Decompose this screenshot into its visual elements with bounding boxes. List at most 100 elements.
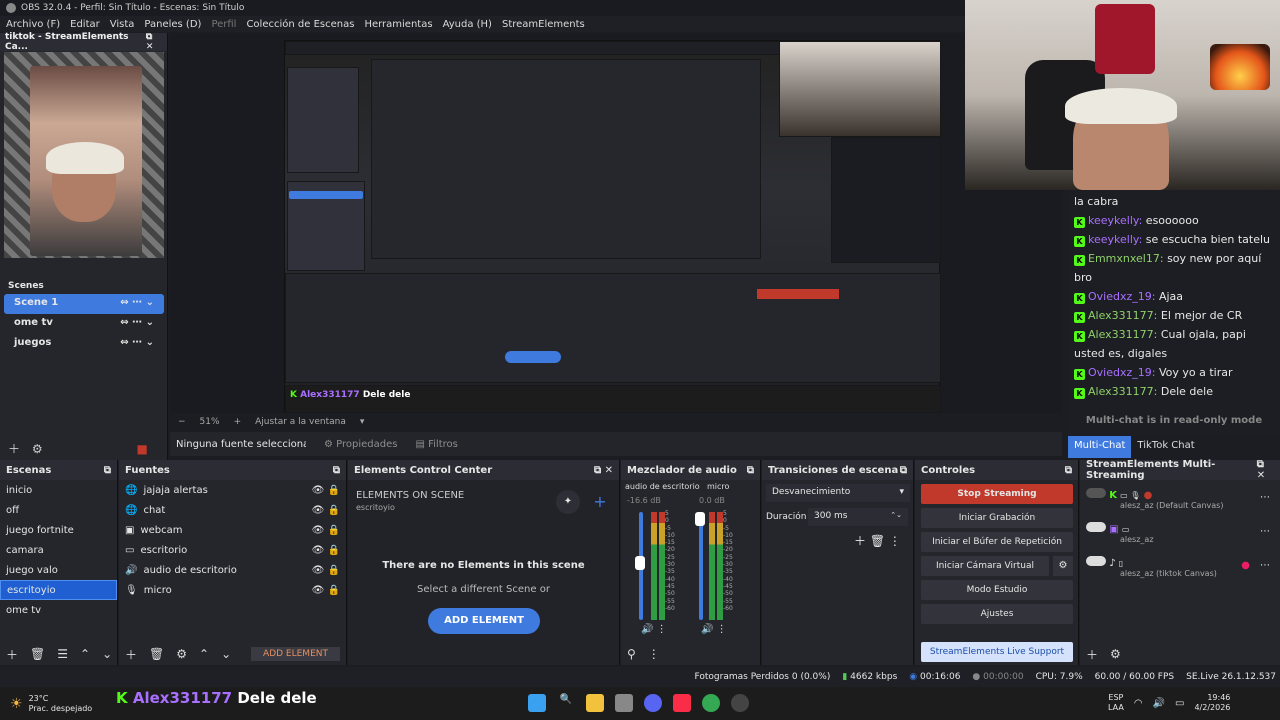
up-icon[interactable]: ⌃ (199, 647, 209, 661)
filters-button[interactable]: ▤ Filtros (415, 439, 457, 450)
scene-item[interactable]: juego fortnite (0, 520, 117, 540)
gear-icon[interactable]: ⚙ (32, 442, 43, 456)
music-icon[interactable] (673, 694, 691, 712)
live-support-button[interactable]: StreamElements Live Support (921, 642, 1073, 662)
menu-editar[interactable]: Editar (70, 19, 100, 30)
add-icon[interactable]: ＋ (8, 442, 20, 456)
studio-mode-button[interactable]: Modo Estudio (921, 580, 1073, 600)
down-icon[interactable]: ⌄ (102, 647, 112, 661)
language[interactable]: ESP LAA (1108, 693, 1124, 713)
volume-slider[interactable] (699, 512, 703, 620)
stream-account[interactable]: ♪ ▯ alesz_az (tiktok Canvas) ● ⋯ (1086, 556, 1276, 582)
zoom-out-icon[interactable]: − (178, 417, 186, 427)
source-item[interactable]: 🎙 micro 👁 🔒 (119, 580, 346, 600)
gear-icon[interactable]: ⚙ (176, 647, 187, 661)
clock[interactable]: 19:46 4/2/2026 (1194, 693, 1230, 713)
down-icon[interactable]: ⌄ (221, 647, 231, 661)
add-icon[interactable]: + (588, 490, 612, 514)
source-item[interactable]: 🌐 jajaja alertas 👁 🔒 (119, 480, 346, 500)
add-icon[interactable]: ＋ (6, 646, 18, 663)
record-icon[interactable]: ■ (136, 442, 147, 456)
trash-icon[interactable]: 🗑 (149, 647, 164, 661)
chrome-icon[interactable] (702, 694, 720, 712)
menu-streamelements[interactable]: StreamElements (502, 19, 585, 30)
dock-close-icon: ⧉ ✕ (1256, 459, 1266, 481)
slider-handle[interactable] (695, 512, 705, 526)
more-icon[interactable]: ⋮ (648, 647, 660, 661)
add-element-small[interactable]: ADD ELEMENT (251, 647, 340, 661)
source-item[interactable]: 🔊 audio de escritorio 👁 🔒 (119, 560, 346, 580)
mini-scenes-title: Scenes (8, 281, 44, 291)
scene-item[interactable]: off (0, 500, 117, 520)
chevron-down-icon[interactable]: ▾ (360, 417, 365, 427)
zoom-level[interactable]: 51% (200, 417, 220, 427)
gear-icon[interactable]: ⚙ (1053, 556, 1073, 576)
obs-icon[interactable] (731, 694, 749, 712)
fps: 60.00 / 60.00 FPS (1094, 672, 1175, 682)
status-bar: Fotogramas Perdidos 0 (0.0%) ▮ 4662 kbps… (0, 667, 1280, 687)
transition-tools[interactable]: ＋ 🗑 ⋮ (854, 532, 901, 549)
mini-scenes-list: Scenes Scene 1 ⇔ ⋯ ⌄ ome tv ⇔ ⋯ ⌄ juegos ⇔ … (4, 278, 164, 354)
stream-account[interactable]: ▣ ▭ alesz_az ⋯ (1086, 522, 1276, 548)
gear-icon[interactable]: ⚙ (1110, 647, 1121, 661)
menu-coleccion[interactable]: Colección de Escenas (246, 19, 354, 30)
link-icon[interactable]: ⚲ (627, 647, 636, 661)
menu-paneles[interactable]: Paneles (D) (144, 19, 201, 30)
properties-button[interactable]: ⚙ Propiedades (324, 439, 397, 450)
menu-perfil[interactable]: Perfil (211, 19, 236, 30)
scenes-toolbar: ＋ 🗑 ☰ ⌃ ⌄ (0, 643, 117, 665)
duration-label: Duración (766, 512, 807, 522)
transition-select[interactable]: Desvanecimiento ▾ (766, 484, 910, 502)
scene-item[interactable]: juego valo (0, 560, 117, 580)
scene-item[interactable]: inicio (0, 480, 117, 500)
settings-button[interactable]: Ajustes (921, 604, 1073, 624)
up-icon[interactable]: ⌃ (80, 647, 90, 661)
replay-buffer-button[interactable]: Iniciar el Búfer de Repetición (921, 532, 1073, 552)
discord-icon[interactable] (644, 694, 662, 712)
filter-icon[interactable]: ☰ (57, 647, 68, 661)
speaker-icon[interactable]: 🔊 ⋮ (641, 624, 667, 635)
volume-icon[interactable]: 🔊 (1153, 698, 1165, 709)
stop-streaming-button[interactable]: Stop Streaming (921, 484, 1073, 504)
dropped-frames: Fotogramas Perdidos 0 (0.0%) (694, 672, 831, 682)
scene-item-selected[interactable]: escritoyio (0, 580, 117, 600)
battery-icon[interactable]: ▭ (1175, 698, 1184, 709)
scene-item[interactable]: camara (0, 540, 117, 560)
menu-vista[interactable]: Vista (110, 19, 135, 30)
search-icon[interactable]: 🔍 (557, 694, 575, 712)
start-recording-button[interactable]: Iniciar Grabación (921, 508, 1073, 528)
tab-tiktok-chat[interactable]: TikTok Chat (1131, 436, 1200, 458)
weather-widget[interactable]: ☀ 23°C Prac. despejado (0, 694, 120, 714)
stream-account[interactable]: K ▭ 🎙 ● alesz_az (Default Canvas) ⋯ (1086, 488, 1276, 514)
tiktok-canvas-preview[interactable] (4, 52, 164, 258)
add-element-button[interactable]: ADD ELEMENT (428, 608, 540, 634)
add-icon[interactable]: ＋ (125, 646, 137, 663)
meter-scale: 5 0 -5 -10 -15 -20 -25 -30 -35 -40 -45 -50 -55 -60 (665, 510, 675, 612)
menu-archivo[interactable]: Archivo (F) (6, 19, 60, 30)
folder-icon[interactable] (586, 694, 604, 712)
mini-scene-item[interactable]: Scene 1 ⇔ ⋯ ⌄ (4, 294, 164, 314)
fit-window[interactable]: Ajustar a la ventana (255, 417, 346, 427)
add-icon[interactable]: ＋ (1086, 646, 1098, 663)
speaker-icon[interactable]: 🔊 ⋮ (701, 624, 727, 635)
source-item[interactable]: ▭ escritorio 👁 🔒 (119, 540, 346, 560)
virtual-camera-button[interactable]: Iniciar Cámara Virtual (921, 556, 1049, 576)
tab-multi-chat[interactable]: Multi-Chat (1068, 436, 1132, 458)
dock-close-icon[interactable]: ⧉ ✕ (146, 32, 162, 52)
scene-item[interactable]: ome tv (0, 600, 117, 620)
wifi-icon[interactable]: ◠ (1134, 698, 1143, 709)
duration-input[interactable]: 300 ms ⌃⌄ (808, 508, 908, 526)
menu-ayuda[interactable]: Ayuda (H) (443, 19, 492, 30)
source-item[interactable]: ▣ webcam 👁 🔒 (119, 520, 346, 540)
mini-scene-item[interactable]: juegos ⇔ ⋯ ⌄ (4, 334, 164, 354)
zoom-in-icon[interactable]: + (234, 417, 242, 427)
settings-app-icon[interactable] (615, 694, 633, 712)
trash-icon[interactable]: 🗑 (30, 647, 45, 661)
source-item[interactable]: 🌐 chat 👁 🔒 (119, 500, 346, 520)
mini-scene-item[interactable]: ome tv ⇔ ⋯ ⌄ (4, 314, 164, 334)
sources-toolbar: ＋ 🗑 ⚙ ⌃ ⌄ ADD ELEMENT (119, 643, 346, 665)
slider-handle[interactable] (635, 556, 645, 570)
sparkle-icon[interactable]: ✦ (556, 490, 580, 514)
menu-herramientas[interactable]: Herramientas (364, 19, 432, 30)
windows-start-icon[interactable] (528, 694, 546, 712)
